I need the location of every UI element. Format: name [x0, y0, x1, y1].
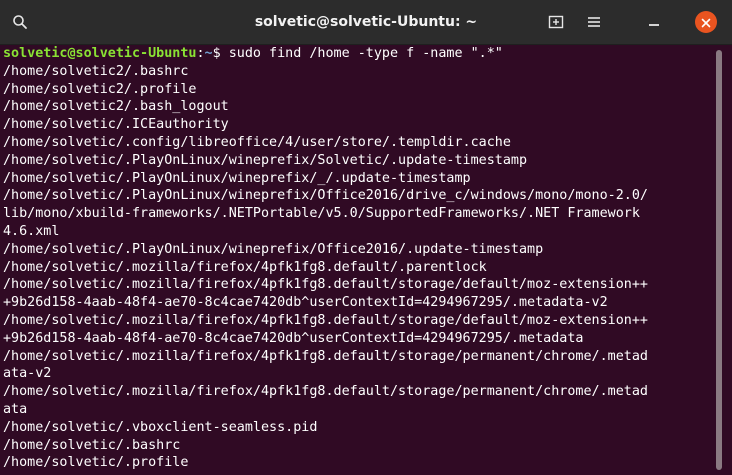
- new-tab-icon: [548, 14, 564, 30]
- window-title: solvetic@solvetic-Ubuntu: ~: [254, 14, 478, 30]
- output-line: /home/solvetic/.mozilla/firefox/4pfk1fg8…: [3, 312, 648, 328]
- close-button[interactable]: [695, 11, 717, 33]
- menu-button[interactable]: [580, 8, 608, 36]
- close-icon: [701, 13, 711, 32]
- output-line: /home/solvetic/.vboxclient-seamless.pid: [3, 419, 318, 435]
- output-line: +9b26d158-4aab-48f4-ae70-8c4cae7420db^us…: [3, 330, 584, 346]
- output-line: ata-v2: [3, 366, 52, 382]
- output-line: /home/solvetic/.mozilla/firefox/4pfk1fg8…: [3, 384, 648, 400]
- output-line: /home/solvetic/.profile: [3, 455, 189, 471]
- output-line: /home/solvetic2/.bashrc: [3, 63, 189, 79]
- prompt-line: solvetic@solvetic-Ubuntu:~$ sudo find /h…: [3, 45, 712, 63]
- minimize-button[interactable]: [640, 8, 668, 36]
- output-line: /home/solvetic/.mozilla/firefox/4pfk1fg8…: [3, 277, 648, 293]
- scrollbar[interactable]: [716, 50, 722, 470]
- prompt-command: sudo find /home -type f -name ".*": [220, 46, 503, 61]
- output-line: /home/solvetic/.PlayOnLinux/wineprefix/_…: [3, 170, 471, 186]
- output-line: /home/solvetic/.bashrc: [3, 437, 181, 453]
- output-line: /home/solvetic/.PlayOnLinux/wineprefix/S…: [3, 152, 528, 168]
- output-line: /home/solvetic/.ICEauthority: [3, 117, 229, 133]
- output-line: /home/solvetic/.mozilla/firefox/4pfk1fg8…: [3, 259, 487, 275]
- terminal-output[interactable]: solvetic@solvetic-Ubuntu:~$ sudo find /h…: [0, 45, 712, 475]
- output-line: /home/solvetic2/.bash_logout: [3, 99, 229, 115]
- output-line: +9b26d158-4aab-48f4-ae70-8c4cae7420db^us…: [3, 295, 608, 311]
- output-line: /home/solvetic2/.profile: [3, 81, 197, 97]
- output-line: /home/solvetic/.mozilla/firefox/4pfk1fg8…: [3, 348, 648, 364]
- new-tab-button[interactable]: [542, 8, 570, 36]
- terminal-window: solvetic@solvetic-Ubuntu: ~ solvetic@sol…: [0, 0, 732, 475]
- output-line: lib/mono/xbuild-frameworks/.NETPortable/…: [3, 206, 640, 222]
- prompt-separator: :: [196, 46, 205, 61]
- output-line: /home/solvetic/.config/libreoffice/4/use…: [3, 134, 511, 150]
- prompt-user-host: solvetic@solvetic-Ubuntu: [3, 46, 197, 61]
- output-line: ata: [3, 401, 28, 417]
- output-line: 4.6.xml: [3, 223, 60, 239]
- prompt-symbol: $: [212, 46, 221, 61]
- output-line: /home/solvetic/.PlayOnLinux/wineprefix/O…: [3, 241, 544, 257]
- output-line: /home/solvetic/.PlayOnLinux/wineprefix/O…: [3, 188, 648, 204]
- hamburger-menu-icon: [586, 14, 602, 30]
- minimize-icon: [646, 14, 662, 30]
- prompt-path: ~: [204, 46, 213, 61]
- title-bar[interactable]: solvetic@solvetic-Ubuntu: ~: [0, 0, 732, 45]
